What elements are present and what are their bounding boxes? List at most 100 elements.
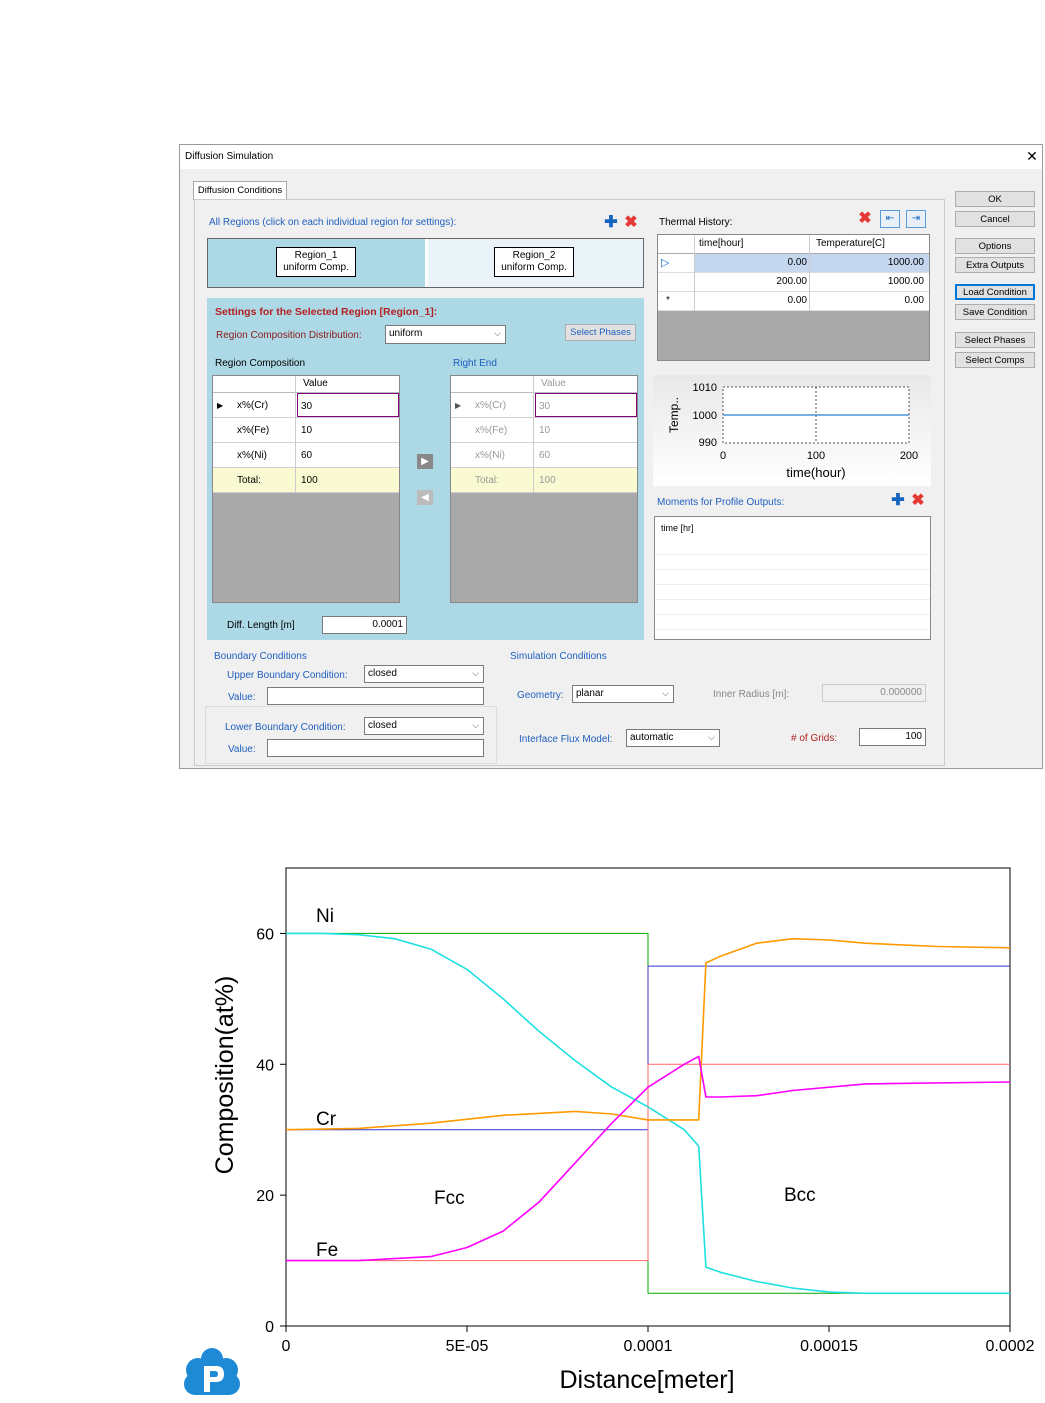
y-axis-label: Composition(at%) — [211, 976, 239, 1175]
comp-row-fe[interactable]: x%(Fe) 10 — [213, 418, 399, 443]
y-tick-label: 60 — [256, 926, 274, 943]
distribution-combo[interactable]: uniform ⌵ — [385, 325, 506, 344]
x-tick-layer: 0 5E-05 0.0001 0.00015 0.0002 — [282, 1326, 1035, 1355]
lower-boundary-combo[interactable]: closed ⌵ — [364, 717, 484, 735]
list-line — [655, 554, 930, 555]
delete-region-icon[interactable]: ✖ — [622, 214, 640, 232]
lower-boundary-value: closed — [368, 720, 397, 731]
region-1-name: Region_1 — [294, 250, 338, 261]
geometry-combo[interactable]: planar ⌵ — [572, 685, 674, 703]
thermal-history-label: Thermal History: — [659, 217, 733, 228]
grids-input[interactable]: 100 — [859, 728, 926, 746]
comp-value: 100 — [301, 475, 318, 486]
composition-grid-header: Value — [213, 376, 399, 393]
mini-ytick: 1000 — [693, 410, 717, 422]
select-phases-region-button[interactable]: Select Phases — [565, 324, 636, 341]
dialog-title: Diffusion Simulation — [185, 151, 274, 162]
mini-xtick: 100 — [807, 450, 825, 462]
region-2-type: uniform Comp. — [501, 262, 567, 273]
right-comp-value: 60 — [539, 450, 551, 461]
lower-value-input[interactable] — [267, 739, 484, 757]
moments-list: time [hr] — [654, 516, 931, 640]
geometry-label: Geometry: — [517, 690, 564, 701]
thermal-time[interactable]: 0.00 — [695, 295, 807, 306]
comp-name: x%(Ni) — [237, 450, 267, 461]
select-phases-button[interactable]: Select Phases — [955, 332, 1035, 348]
delete-moment-icon[interactable]: ✖ — [909, 492, 927, 510]
options-button[interactable]: Options — [955, 238, 1035, 254]
flux-model-combo[interactable]: automatic ⌵ — [626, 729, 720, 747]
add-region-icon[interactable]: ✚ — [602, 214, 620, 232]
comp-row-ni[interactable]: x%(Ni) 60 — [213, 443, 399, 468]
right-row-fe: x%(Fe) 10 — [451, 418, 637, 443]
list-line — [655, 584, 930, 585]
upper-boundary-combo[interactable]: closed ⌵ — [364, 665, 484, 683]
x-tick-label: 0.00015 — [800, 1338, 858, 1355]
mini-chart-svg: 1010 1000 990 0 100 200 time(hour) Temp.… — [667, 382, 918, 480]
diff-length-input[interactable]: 0.0001 — [322, 616, 407, 634]
thermal-col-divider — [694, 235, 695, 311]
y-tick-label: 40 — [256, 1057, 274, 1074]
row-selector-icon: ▶ — [455, 401, 462, 410]
inner-radius-label: Inner Radius [m]: — [713, 689, 790, 700]
load-condition-button[interactable]: Load Condition — [955, 284, 1035, 300]
thermal-time[interactable]: 0.00 — [695, 257, 807, 268]
import-thermal-icon[interactable]: ⇤ — [880, 210, 900, 228]
thermal-temp[interactable]: 0.00 — [810, 295, 924, 306]
add-moment-icon[interactable]: ✚ — [889, 492, 907, 510]
simulation-conditions-label: Simulation Conditions — [510, 651, 607, 662]
thermal-row[interactable]: 200.00 1000.00 — [658, 273, 929, 292]
right-row-cr: ▶ x%(Cr) 30 — [451, 393, 637, 418]
right-row-total: Total: 100 — [451, 468, 637, 493]
distribution-label: Region Composition Distribution: — [216, 330, 362, 341]
right-grid-col-divider — [533, 376, 534, 493]
thermal-temp[interactable]: 1000.00 — [810, 257, 924, 268]
copy-left-arrow-icon[interactable]: ◀ — [417, 490, 433, 505]
right-end-grid: Value ▶ x%(Cr) 30 x%(Fe) 10 x%(Ni) 60 To… — [450, 375, 638, 603]
ok-button[interactable]: OK — [955, 191, 1035, 207]
flux-model-value: automatic — [630, 732, 674, 743]
thermal-row[interactable]: ▷ 0.00 1000.00 — [658, 254, 929, 273]
y-tick-layer: 0 20 40 60 — [256, 926, 286, 1336]
close-icon[interactable]: ✕ — [1025, 148, 1039, 165]
right-comp-name: x%(Fe) — [475, 425, 508, 436]
thermal-temp[interactable]: 1000.00 — [810, 276, 924, 287]
comp-value[interactable]: 60 — [301, 443, 312, 468]
comp-name: x%(Cr) — [237, 400, 269, 411]
tab-panel: All Regions (click on each individual re… — [194, 199, 945, 766]
inner-radius-input[interactable]: 0.000000 — [822, 684, 926, 702]
cancel-button[interactable]: Cancel — [955, 211, 1035, 227]
value-column-header: Value — [303, 378, 328, 389]
select-comps-button[interactable]: Select Comps — [955, 352, 1035, 368]
region-2-block[interactable]: Region_2 uniform Comp. — [428, 239, 643, 287]
chevron-down-icon: ⌵ — [472, 720, 479, 730]
thermal-time[interactable]: 200.00 — [695, 276, 807, 287]
list-line — [655, 599, 930, 600]
comp-row-cr[interactable]: ▶ x%(Cr) 30 — [213, 393, 399, 418]
temperature-mini-chart: 1010 1000 990 0 100 200 time(hour) Temp.… — [653, 375, 931, 486]
mini-ytick: 1010 — [693, 382, 717, 394]
comp-name: Total: — [237, 475, 261, 486]
x-tick-label: 0.0001 — [624, 1338, 673, 1355]
boundary-conditions-label: Boundary Conditions — [212, 651, 309, 662]
mini-xtick: 0 — [720, 450, 726, 462]
row-selector-icon: ▷ — [661, 257, 670, 269]
comp-value-input[interactable]: 30 — [297, 393, 399, 417]
comp-value[interactable]: 10 — [301, 418, 312, 443]
right-end-label: Right End — [453, 358, 497, 369]
new-row-marker: * — [666, 295, 670, 306]
tab-diffusion-conditions[interactable]: Diffusion Conditions — [193, 181, 287, 200]
copy-right-arrow-icon[interactable]: ▶ — [417, 454, 433, 469]
grids-label: # of Grids: — [791, 733, 838, 744]
right-comp-value: 10 — [539, 425, 551, 436]
delete-thermal-icon[interactable]: ✖ — [856, 210, 874, 228]
thermal-new-row[interactable]: * 0.00 0.00 — [658, 292, 929, 311]
region-1-block[interactable]: Region_1 uniform Comp. — [208, 239, 425, 287]
extra-outputs-button[interactable]: Extra Outputs — [955, 257, 1035, 273]
upper-value-input[interactable] — [267, 687, 484, 705]
thermal-grid-header: time[hour] Temperature[C] — [658, 235, 929, 254]
thermal-history-grid: time[hour] Temperature[C] ▷ 0.00 1000.00… — [657, 234, 930, 361]
save-condition-button[interactable]: Save Condition — [955, 304, 1035, 320]
export-thermal-icon[interactable]: ⇥ — [906, 210, 926, 228]
x-tick-label: 0.0002 — [986, 1338, 1035, 1355]
